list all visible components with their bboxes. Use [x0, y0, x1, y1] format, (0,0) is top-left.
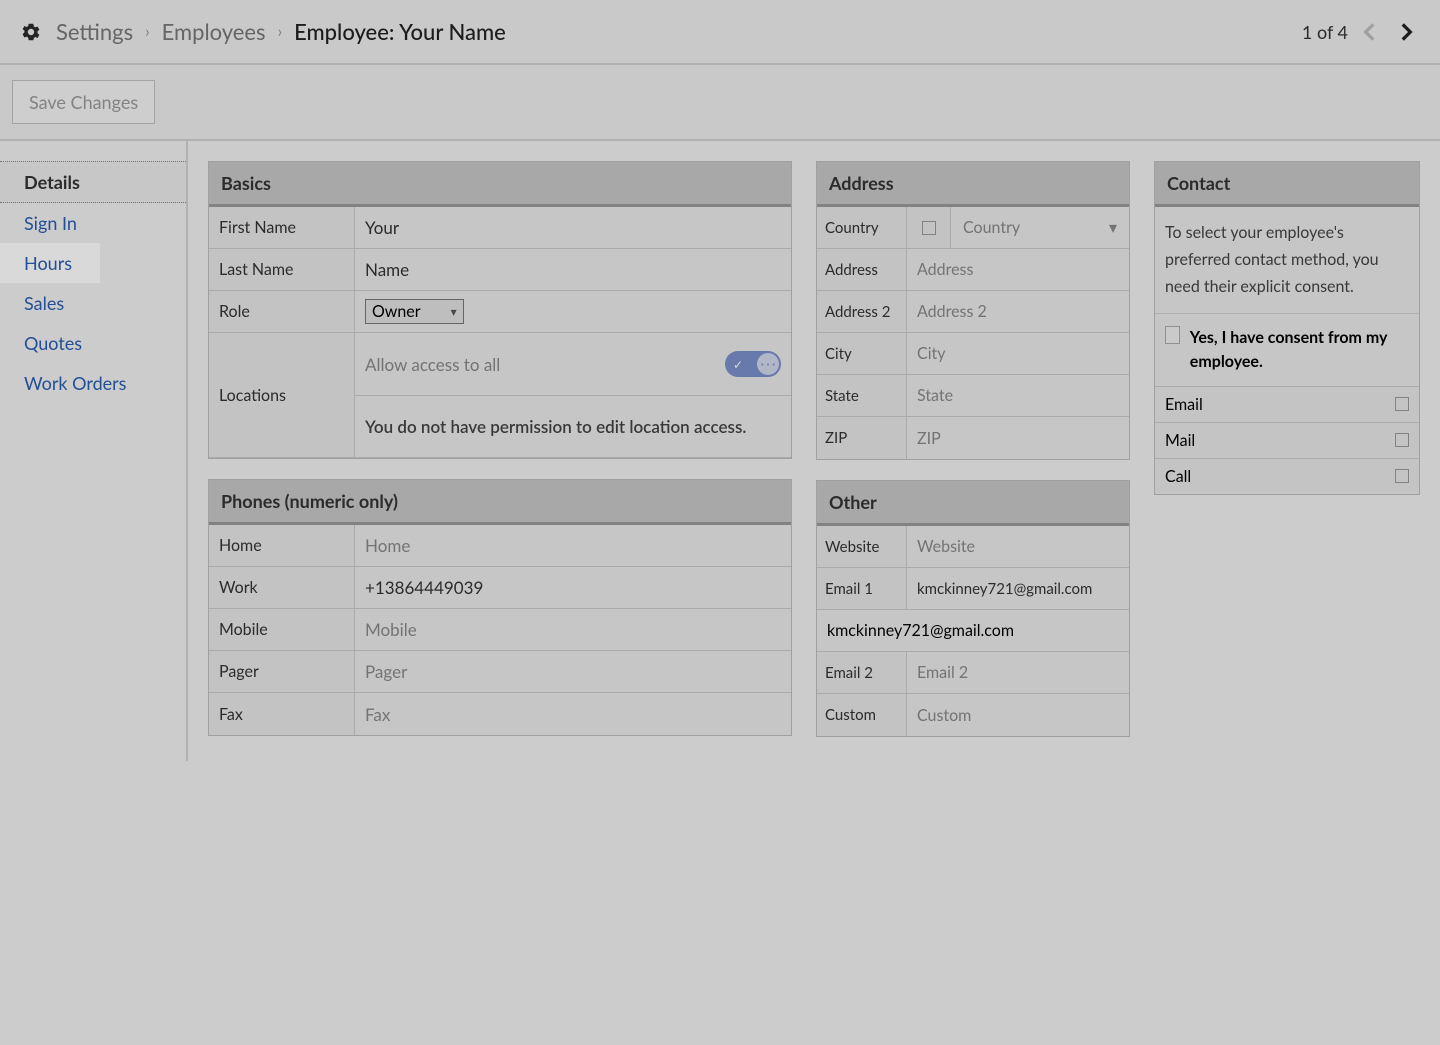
phone-work-input[interactable] — [365, 577, 781, 598]
role-select-value: Owner — [372, 302, 421, 321]
method-email-label: Email — [1165, 395, 1203, 414]
breadcrumb-bar: Settings › Employees › Employee: Your Na… — [0, 0, 1440, 65]
sidebar-item-workorders[interactable]: Work Orders — [0, 363, 186, 403]
address2-input[interactable] — [917, 302, 1119, 321]
role-label: Role — [209, 291, 355, 332]
email2-label: Email 2 — [817, 652, 907, 693]
breadcrumb-employees[interactable]: Employees — [162, 18, 266, 45]
allow-access-toggle[interactable]: ✓ ⋯ — [725, 351, 781, 377]
first-name-label: First Name — [209, 207, 355, 248]
sidebar-item-quotes[interactable]: Quotes — [0, 323, 186, 363]
address2-label: Address 2 — [817, 291, 907, 332]
state-label: State — [817, 375, 907, 416]
allow-access-label: Allow access to all — [365, 354, 500, 375]
email2-input[interactable] — [917, 663, 1119, 682]
email1-link[interactable]: kmckinney721@gmail.com — [817, 610, 1129, 651]
chevron-right-icon: › — [145, 22, 150, 41]
locations-label: Locations — [209, 333, 355, 457]
role-select[interactable]: Owner ▾ — [365, 299, 464, 324]
first-name-input[interactable] — [365, 217, 781, 238]
sidebar-item-details[interactable]: Details — [0, 161, 186, 203]
method-call-checkbox[interactable] — [1395, 469, 1409, 483]
city-input[interactable] — [917, 344, 1119, 363]
address-label: Address — [817, 249, 907, 290]
phone-work-label: Work — [209, 567, 355, 608]
zip-label: ZIP — [817, 417, 907, 459]
website-label: Website — [817, 526, 907, 567]
address-panel: Address Country Country ▾ Address — [816, 161, 1130, 460]
custom-label: Custom — [817, 694, 907, 736]
country-label: Country — [817, 207, 907, 248]
pager-text: 1 of 4 — [1302, 21, 1348, 43]
consent-checkbox[interactable] — [1165, 326, 1180, 344]
chevron-down-icon: ▾ — [451, 304, 457, 319]
zip-input[interactable] — [917, 429, 1119, 448]
save-button[interactable]: Save Changes — [12, 80, 155, 124]
breadcrumb-current: Employee: Your Name — [294, 18, 506, 45]
email1-input[interactable] — [917, 580, 1119, 598]
sidebar-item-hours[interactable]: Hours — [0, 243, 100, 283]
phones-panel: Phones (numeric only) Home Work Mobile — [208, 479, 792, 736]
chevron-down-icon: ▾ — [1109, 218, 1117, 237]
breadcrumb-settings[interactable]: Settings — [56, 18, 133, 45]
email1-label: Email 1 — [817, 568, 907, 609]
website-input[interactable] — [917, 537, 1119, 556]
phones-header: Phones (numeric only) — [209, 480, 791, 525]
contact-body-text: To select your employee's preferred cont… — [1155, 207, 1419, 313]
phone-fax-input[interactable] — [365, 704, 781, 725]
country-select-placeholder: Country — [963, 218, 1020, 237]
gear-icon — [20, 21, 42, 43]
method-mail-checkbox[interactable] — [1395, 433, 1409, 447]
last-name-input[interactable] — [365, 259, 781, 280]
chevron-right-icon: › — [278, 22, 283, 41]
country-select[interactable]: Country ▾ — [951, 207, 1129, 248]
method-call-label: Call — [1165, 467, 1191, 486]
phone-home-input[interactable] — [365, 535, 781, 556]
last-name-label: Last Name — [209, 249, 355, 290]
state-input[interactable] — [917, 386, 1119, 405]
phone-mobile-label: Mobile — [209, 609, 355, 650]
city-label: City — [817, 333, 907, 374]
save-bar: Save Changes — [0, 65, 1440, 141]
phone-home-label: Home — [209, 525, 355, 566]
sidebar: Details Sign In Hours Sales Quotes Work … — [0, 141, 188, 761]
sidebar-item-sales[interactable]: Sales — [0, 283, 186, 323]
basics-header: Basics — [209, 162, 791, 207]
country-checkbox[interactable] — [907, 207, 951, 248]
method-mail-label: Mail — [1165, 431, 1195, 450]
sidebar-item-signin[interactable]: Sign In — [0, 203, 186, 243]
method-email-checkbox[interactable] — [1395, 397, 1409, 411]
toggle-knob: ⋯ — [757, 353, 779, 375]
contact-header: Contact — [1155, 162, 1419, 207]
custom-input[interactable] — [917, 706, 1119, 725]
other-header: Other — [817, 481, 1129, 526]
address-input[interactable] — [917, 260, 1119, 279]
check-icon: ✓ — [733, 357, 743, 372]
no-permission-text: You do not have permission to edit locat… — [365, 416, 746, 437]
basics-panel: Basics First Name Last Name Role Owner — [208, 161, 792, 459]
phone-pager-input[interactable] — [365, 661, 781, 682]
prev-button[interactable] — [1356, 18, 1384, 46]
contact-panel: Contact To select your employee's prefer… — [1154, 161, 1420, 495]
consent-text: Yes, I have consent from my employee. — [1190, 326, 1409, 374]
next-button[interactable] — [1392, 18, 1420, 46]
phone-fax-label: Fax — [209, 693, 355, 735]
address-header: Address — [817, 162, 1129, 207]
other-panel: Other Website Email 1 kmckinney721@gmail… — [816, 480, 1130, 737]
phone-mobile-input[interactable] — [365, 619, 781, 640]
phone-pager-label: Pager — [209, 651, 355, 692]
